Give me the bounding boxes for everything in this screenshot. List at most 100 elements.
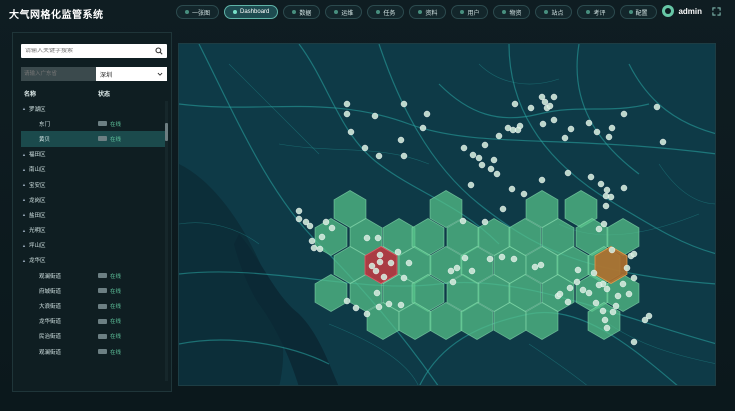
expand-caret-icon[interactable]: ▲: [22, 182, 27, 187]
username[interactable]: admin: [678, 7, 702, 16]
tree-item[interactable]: 观澜街道 在线: [21, 344, 167, 359]
tree-item[interactable]: ▲ 龙华区: [21, 253, 167, 268]
nav-tab[interactable]: Dashboard: [224, 5, 279, 19]
tree-item[interactable]: 大浪街道 在线: [21, 298, 167, 313]
expand-caret-icon[interactable]: ▲: [22, 152, 27, 157]
nav-tab[interactable]: 一张图: [176, 5, 220, 19]
status-badge: 在线: [98, 302, 121, 310]
road-line: [628, 63, 715, 135]
user-menu[interactable]: admin: [662, 5, 721, 17]
tree-item-label: 大浪街道: [39, 304, 62, 311]
station-marker: [607, 193, 615, 201]
station-marker: [592, 299, 600, 307]
nav-tab[interactable]: 数据: [283, 5, 321, 19]
road-line: [179, 103, 715, 155]
tree-item-label: 宝安区: [29, 182, 46, 189]
station-marker: [585, 119, 593, 127]
nav-tab[interactable]: 考评: [577, 5, 615, 19]
tree-scrollbar-thumb[interactable]: [165, 123, 168, 141]
tree-item[interactable]: 龙华街道 在线: [21, 314, 167, 329]
station-marker: [566, 284, 574, 292]
station-marker: [373, 289, 381, 297]
status-badge: 在线: [98, 348, 121, 356]
tree-item[interactable]: 东门 在线: [21, 116, 167, 131]
station-marker: [602, 202, 610, 210]
expand-caret-icon[interactable]: ▲: [22, 197, 27, 202]
station-marker: [609, 308, 617, 316]
tree-item[interactable]: ▲ 光明区: [21, 223, 167, 238]
search-input[interactable]: [21, 48, 155, 54]
expand-caret-icon[interactable]: ▲: [22, 212, 27, 217]
station-marker: [599, 307, 607, 315]
station-marker: [400, 100, 408, 108]
tree-item[interactable]: ▲ 罗湖区: [21, 101, 167, 116]
tree-item[interactable]: 府城街道 在线: [21, 283, 167, 298]
nav-dot-icon: [460, 10, 465, 14]
station-marker: [419, 124, 427, 132]
region-tree: ▲ 罗湖区 东门 在线 黄贝 在线 ▲ 福田区 ▲ 南山区 ▲ 宝安区 ▲ 龙岗区 ▲ 盐田区 ▲ 光明区 ▲ 坪山区…: [21, 101, 167, 359]
nav-tab[interactable]: 资料: [409, 5, 447, 19]
app-window: 大气网格化监管系统 一张图 Dashboard 数据 运维 任务 资料 用户 物资 站点 考评 配置…: [0, 0, 735, 411]
nav-tab[interactable]: 配置: [619, 5, 657, 19]
station-marker: [612, 302, 620, 310]
station-marker: [343, 110, 351, 118]
tree-item-label: 黄贝: [39, 136, 51, 143]
tree-item[interactable]: ▲ 盐田区: [21, 207, 167, 222]
station-marker: [343, 297, 351, 305]
station-marker: [520, 190, 528, 198]
minor-road-line: [478, 63, 560, 85]
nav-dot-icon: [544, 10, 549, 14]
station-marker: [375, 152, 383, 160]
station-marker: [608, 124, 616, 132]
tree-item-label: 龙岗区: [29, 197, 46, 204]
expand-caret-icon[interactable]: ▲: [22, 228, 27, 233]
device-icon: [98, 303, 107, 309]
station-marker: [619, 280, 627, 288]
station-marker: [352, 304, 360, 312]
province-filter-input[interactable]: [21, 67, 96, 81]
minor-road-line: [658, 163, 715, 205]
map-view[interactable]: [178, 43, 716, 386]
tree-item[interactable]: ▲ 宝安区: [21, 177, 167, 192]
nav-tab[interactable]: 用户: [451, 5, 489, 19]
fullscreen-icon[interactable]: [712, 6, 721, 16]
avatar-icon[interactable]: [662, 5, 675, 17]
station-marker: [630, 338, 638, 346]
expand-caret-icon[interactable]: ▲: [22, 167, 27, 172]
tree-item[interactable]: 观澜街道 在线: [21, 268, 167, 283]
device-icon: [98, 121, 107, 127]
station-marker: [567, 125, 575, 133]
expand-caret-icon[interactable]: ▲: [22, 258, 27, 263]
tree-item[interactable]: ▲ 福田区: [21, 147, 167, 162]
tree-item[interactable]: ▲ 龙岗区: [21, 192, 167, 207]
station-marker: [478, 161, 486, 169]
expand-caret-icon[interactable]: ▲: [22, 243, 27, 248]
tree-item[interactable]: ▲ 南山区: [21, 162, 167, 177]
nav-tab[interactable]: 物资: [493, 5, 531, 19]
expand-caret-icon[interactable]: ▲: [22, 106, 27, 111]
station-marker: [375, 303, 383, 311]
tree-scrollbar[interactable]: [165, 101, 168, 381]
status-text: 在线: [110, 273, 122, 280]
tree-item[interactable]: 民治街道 在线: [21, 329, 167, 344]
status-badge: 在线: [98, 287, 121, 295]
minor-road-line: [228, 63, 320, 155]
nav-tab[interactable]: 任务: [367, 5, 405, 19]
station-marker: [405, 259, 413, 267]
map-canvas[interactable]: [179, 44, 716, 386]
tree-item-label: 观澜街道: [39, 349, 62, 356]
tree-item[interactable]: 黄贝 在线: [21, 131, 167, 147]
nav-tab[interactable]: 站点: [535, 5, 573, 19]
tree-item-label: 坪山区: [29, 243, 46, 250]
station-marker: [486, 255, 494, 263]
station-marker: [371, 112, 379, 120]
tree-item[interactable]: ▲ 坪山区: [21, 238, 167, 253]
station-marker: [343, 100, 351, 108]
station-marker: [495, 132, 503, 140]
station-marker: [538, 176, 546, 184]
city-select[interactable]: 深圳: [96, 67, 167, 81]
nav-tab[interactable]: 运维: [325, 5, 363, 19]
station-marker: [498, 253, 506, 261]
nav-tab-label: 物资: [509, 10, 522, 17]
search-icon[interactable]: [155, 47, 163, 55]
